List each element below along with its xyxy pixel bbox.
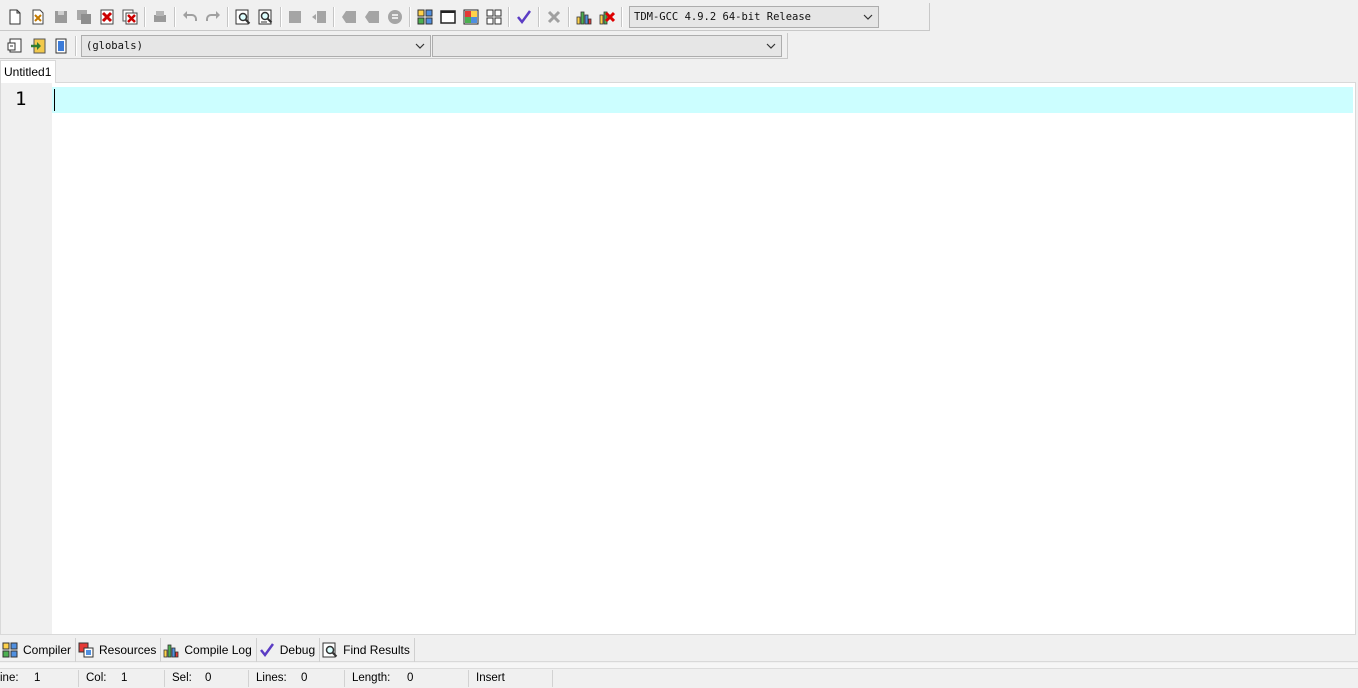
- replace-icon[interactable]: [254, 6, 277, 28]
- members-select[interactable]: [432, 34, 782, 57]
- save-all-icon[interactable]: [72, 6, 95, 28]
- debug-check-icon: [258, 641, 276, 659]
- file-tab-bar: Untitled1: [0, 60, 1358, 83]
- compiler-select[interactable]: TDM-GCC 4.9.2 64-bit Release: [629, 5, 879, 28]
- status-insert-mode: Insert: [476, 672, 505, 684]
- compile-icon[interactable]: [413, 6, 436, 28]
- status-lines-label: Lines:: [256, 672, 287, 684]
- status-sel-label: Sel:: [172, 672, 192, 684]
- status-divider: [164, 670, 165, 687]
- save-icon[interactable]: [49, 6, 72, 28]
- status-line-label: ine:: [0, 672, 19, 684]
- chevron-down-icon[interactable]: [764, 39, 778, 53]
- new-file-icon[interactable]: [3, 6, 26, 28]
- code-editor[interactable]: 1: [0, 82, 1356, 635]
- print-icon[interactable]: [148, 6, 171, 28]
- tab-debug[interactable]: Debug: [257, 638, 321, 662]
- toolbar-separator: [280, 6, 281, 27]
- indent-icon[interactable]: [284, 6, 307, 28]
- toolbar-separator: [227, 6, 228, 27]
- tab-untitled1[interactable]: Untitled1: [0, 60, 57, 83]
- chevron-down-icon[interactable]: [413, 39, 427, 53]
- syntax-check-icon[interactable]: [512, 6, 535, 28]
- globals-select-value: (globals): [86, 39, 143, 52]
- toolbar-separator: [409, 6, 410, 27]
- status-bar: ine: 1 Col: 1 Sel: 0 Lines: 0 Length: 0 …: [0, 669, 1358, 688]
- class-browser-icon[interactable]: [49, 35, 72, 57]
- status-divider: [344, 670, 345, 687]
- status-sel-value: 0: [205, 672, 212, 684]
- compiler-select-value: TDM-GCC 4.9.2 64-bit Release: [634, 10, 812, 23]
- compile-log-chart-icon: [162, 641, 180, 659]
- rebuild-all-icon[interactable]: [482, 6, 505, 28]
- main-toolbar: TDM-GCC 4.9.2 64-bit Release: [0, 3, 930, 31]
- open-project-icon[interactable]: [26, 6, 49, 28]
- line-number: 1: [15, 88, 27, 110]
- find-results-icon: [321, 641, 339, 659]
- profile-icon[interactable]: [572, 6, 595, 28]
- toolbar-separator: [621, 6, 622, 27]
- run-icon[interactable]: [436, 6, 459, 28]
- toolbar-separator: [333, 6, 334, 27]
- bottom-panel-tabs: Compiler Resources Compile Log Debug Fin…: [0, 638, 1358, 662]
- globals-select[interactable]: (globals): [81, 34, 431, 57]
- tab-find-results-label: Find Results: [343, 643, 410, 657]
- undo-icon[interactable]: [178, 6, 201, 28]
- tab-compiler-label: Compiler: [23, 643, 72, 657]
- status-length-value: 0: [407, 672, 414, 684]
- tab-label: Untitled1: [4, 65, 52, 79]
- status-length-label: Length:: [352, 672, 391, 684]
- insert-icon[interactable]: [3, 35, 26, 57]
- delete-profile-icon[interactable]: [595, 6, 618, 28]
- status-divider: [468, 670, 469, 687]
- status-col-label: Col:: [86, 672, 107, 684]
- status-col-value: 1: [121, 672, 128, 684]
- redo-icon[interactable]: [201, 6, 224, 28]
- goto-declaration-icon[interactable]: [26, 35, 49, 57]
- status-divider: [78, 670, 79, 687]
- close-all-icon[interactable]: [118, 6, 141, 28]
- compile-run-icon[interactable]: [459, 6, 482, 28]
- tab-compile-log[interactable]: Compile Log: [161, 638, 257, 662]
- status-divider: [248, 670, 249, 687]
- status-line-value: 1: [34, 672, 41, 684]
- tab-compile-log-label: Compile Log: [184, 643, 252, 657]
- toolbar-separator: [174, 6, 175, 27]
- bookmark-prev-icon[interactable]: [337, 6, 360, 28]
- goto-line-icon[interactable]: [383, 6, 406, 28]
- class-toolbar: (globals): [0, 33, 788, 59]
- toolbar-separator: [538, 6, 539, 27]
- chevron-down-icon[interactable]: [861, 10, 875, 24]
- text-caret: [54, 89, 55, 111]
- close-icon[interactable]: [95, 6, 118, 28]
- stop-execution-icon[interactable]: [542, 6, 565, 28]
- tab-compiler[interactable]: Compiler: [0, 638, 77, 662]
- resources-icon: [77, 641, 95, 659]
- bookmark-next-icon[interactable]: [360, 6, 383, 28]
- compiler-grid-icon: [1, 641, 19, 659]
- toolbar-separator: [75, 35, 76, 56]
- unindent-icon[interactable]: [307, 6, 330, 28]
- toolbar-separator: [568, 6, 569, 27]
- status-divider: [552, 670, 553, 687]
- tab-debug-label: Debug: [279, 643, 316, 657]
- tab-resources[interactable]: Resources: [76, 638, 162, 662]
- line-number-gutter[interactable]: 1: [1, 83, 52, 634]
- find-icon[interactable]: [231, 6, 254, 28]
- tab-resources-label: Resources: [99, 643, 157, 657]
- toolbar-separator: [508, 6, 509, 27]
- status-lines-value: 0: [301, 672, 308, 684]
- toolbar-separator: [144, 6, 145, 27]
- current-line-highlight[interactable]: [52, 87, 1353, 113]
- tab-find-results[interactable]: Find Results: [320, 638, 415, 662]
